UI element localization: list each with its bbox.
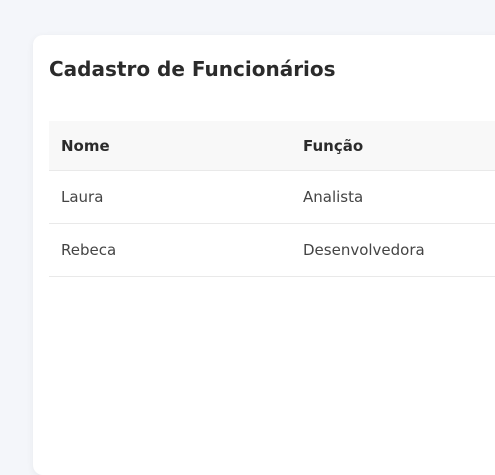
table-header-row: Nome Função — [49, 121, 495, 171]
table-row: Rebeca Desenvolvedora — [49, 223, 495, 277]
table-row: Laura Analista — [49, 170, 495, 224]
column-header-nome: Nome — [49, 121, 291, 171]
cell-funcao: Analista — [291, 170, 495, 224]
employees-table: Nome Função Laura Analista Rebeca Desenv… — [49, 121, 495, 277]
page-title: Cadastro de Funcionários — [49, 57, 336, 81]
column-header-funcao: Função — [291, 121, 495, 171]
employee-card: Cadastro de Funcionários Nome Função Lau… — [33, 35, 495, 475]
cell-funcao: Desenvolvedora — [291, 223, 495, 277]
cell-nome: Laura — [49, 170, 291, 224]
cell-nome: Rebeca — [49, 223, 291, 277]
